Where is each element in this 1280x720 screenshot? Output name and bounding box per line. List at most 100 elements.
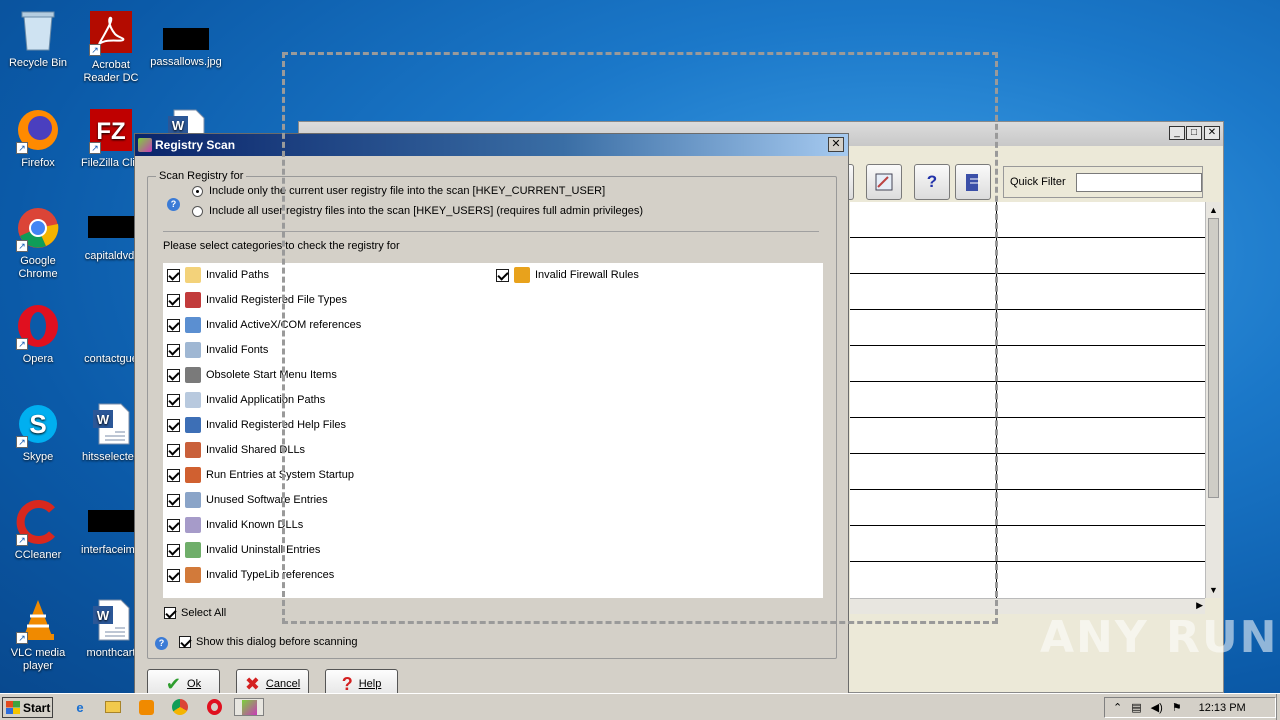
desktop-icon-opera[interactable]: ↗ Opera [0, 296, 76, 386]
registry-app-taskbar-icon[interactable] [234, 698, 264, 716]
category-checkbox[interactable] [496, 268, 509, 282]
category-item[interactable]: Invalid Registered Help Files [167, 416, 346, 434]
firewall-icon [514, 267, 530, 283]
category-item[interactable]: Invalid Fonts [167, 341, 268, 359]
clock[interactable]: 12:13 PM [1199, 702, 1246, 714]
table-row[interactable] [850, 382, 1205, 418]
category-checkbox[interactable] [167, 393, 180, 407]
desktop-icon-label: VLC media player [10, 647, 66, 672]
show-dialog-checkbox-row[interactable]: Show this dialog before scanning [179, 636, 357, 648]
category-item[interactable]: Unused Software Entries [167, 491, 328, 509]
help-tool-button[interactable]: ? [914, 164, 950, 200]
radio-all-users[interactable]: Include all user registry files into the… [192, 205, 643, 217]
desktop-icon-chrome[interactable]: ↗ Google Chrome [0, 198, 76, 288]
scroll-down-arrow[interactable]: ▼ [1206, 582, 1221, 598]
select-all-checkbox[interactable] [164, 607, 176, 619]
table-row[interactable] [850, 274, 1205, 310]
quick-filter-input[interactable] [1075, 172, 1202, 192]
desktop-icon-label: capitaldvd. [84, 250, 138, 262]
desktop-icon-firefox[interactable]: ↗ Firefox [0, 100, 76, 190]
radio-current-user[interactable]: Include only the current user registry f… [192, 185, 605, 197]
category-item[interactable]: Run Entries at System Startup [167, 466, 354, 484]
desktop-icon-recycle-bin[interactable]: Recycle Bin [0, 0, 76, 90]
category-item[interactable]: Invalid Registered File Types [167, 291, 347, 309]
svg-text:W: W [172, 118, 185, 133]
desktop-icon-vlc[interactable]: ↗ VLC media player [0, 590, 76, 680]
category-label: Invalid Application Paths [206, 394, 326, 406]
dialog-close-button[interactable]: ✕ [828, 137, 844, 152]
chrome-taskbar-icon[interactable] [170, 698, 190, 716]
volume-icon[interactable]: ◀) [1151, 701, 1163, 714]
category-item[interactable]: Invalid ActiveX/COM references [167, 316, 361, 334]
table-row[interactable] [850, 346, 1205, 382]
scroll-up-arrow[interactable]: ▲ [1206, 202, 1221, 218]
category-item[interactable]: Invalid Application Paths [167, 391, 325, 409]
radio-button[interactable] [192, 205, 203, 217]
category-item[interactable]: Invalid Uninstall Entries [167, 541, 320, 559]
desktop-icon-acrobat[interactable]: ↗ Acrobat Reader DC [73, 2, 149, 92]
desktop-icon-ccleaner[interactable]: ↗ CCleaner [0, 492, 76, 582]
scroll-thumb[interactable] [1208, 218, 1219, 498]
select-all-label: Select All [181, 607, 227, 619]
start-button[interactable]: Start [2, 697, 53, 718]
close-button[interactable]: ✕ [1204, 126, 1220, 140]
table-row[interactable] [850, 238, 1205, 274]
network-icon[interactable]: ▤ [1131, 701, 1141, 714]
explorer-icon[interactable] [103, 698, 123, 716]
scroll-right-arrow[interactable]: ▶ [1196, 600, 1203, 611]
category-checkbox[interactable] [167, 318, 180, 332]
table-row[interactable] [850, 490, 1205, 526]
results-grid[interactable] [850, 202, 1205, 599]
category-checkbox[interactable] [167, 493, 180, 507]
exit-tool-button[interactable] [955, 164, 991, 200]
category-item[interactable]: Invalid Shared DLLs [167, 441, 305, 459]
desktop-icon-label: monthcart [86, 647, 136, 659]
ie-icon[interactable]: e [70, 698, 90, 716]
category-label: Run Entries at System Startup [206, 469, 354, 481]
show-desktop-button[interactable] [1276, 694, 1280, 720]
radio-button[interactable] [192, 185, 203, 197]
category-checkbox[interactable] [167, 518, 180, 532]
desktop-icon-label: Skype [22, 451, 54, 463]
table-row[interactable] [850, 418, 1205, 454]
scan-group-label: Scan Registry for [159, 170, 244, 182]
vertical-scrollbar[interactable]: ▲ ▼ [1205, 202, 1221, 598]
skype-icon: S ↗ [14, 400, 62, 448]
category-checkbox[interactable] [167, 443, 180, 457]
tray-expand-icon[interactable]: ⌃ [1113, 701, 1122, 714]
category-label: Invalid Paths [206, 269, 269, 281]
category-item[interactable]: Invalid TypeLib references [167, 566, 334, 584]
media-player-icon[interactable] [136, 698, 156, 716]
application-icon [185, 392, 201, 408]
desktop-icon-passallows[interactable]: passallows.jpg [148, 0, 224, 90]
category-checkbox[interactable] [167, 418, 180, 432]
category-item[interactable]: Invalid Known DLLs [167, 516, 303, 534]
show-dialog-checkbox[interactable] [179, 636, 191, 648]
maximize-button[interactable]: □ [1186, 126, 1202, 140]
category-item[interactable]: Invalid Paths [167, 266, 269, 284]
category-checkbox[interactable] [167, 568, 180, 582]
opera-taskbar-icon[interactable] [204, 698, 224, 716]
category-item[interactable]: Obsolete Start Menu Items [167, 366, 337, 384]
category-checkbox[interactable] [167, 293, 180, 307]
action-center-flag-icon[interactable]: ⚑ [1172, 701, 1182, 714]
category-checkbox[interactable] [167, 543, 180, 557]
category-item[interactable]: Invalid Firewall Rules [496, 266, 639, 284]
desktop-icon-skype[interactable]: S ↗ Skype [0, 394, 76, 484]
edit-tool-button[interactable] [866, 164, 902, 200]
table-row[interactable] [850, 562, 1205, 599]
table-row[interactable] [850, 526, 1205, 562]
category-checkbox[interactable] [167, 343, 180, 357]
category-checkbox[interactable] [167, 268, 180, 282]
select-all-checkbox-row[interactable]: Select All [164, 607, 226, 619]
help-file-icon [185, 417, 201, 433]
category-checkbox[interactable] [167, 468, 180, 482]
minimize-button[interactable]: _ [1169, 126, 1185, 140]
category-checkbox[interactable] [167, 368, 180, 382]
start-menu-icon [185, 367, 201, 383]
table-row[interactable] [850, 202, 1205, 238]
table-row[interactable] [850, 454, 1205, 490]
dialog-titlebar[interactable]: Registry Scan ✕ [135, 134, 848, 156]
category-label: Invalid ActiveX/COM references [206, 319, 362, 331]
table-row[interactable] [850, 310, 1205, 346]
